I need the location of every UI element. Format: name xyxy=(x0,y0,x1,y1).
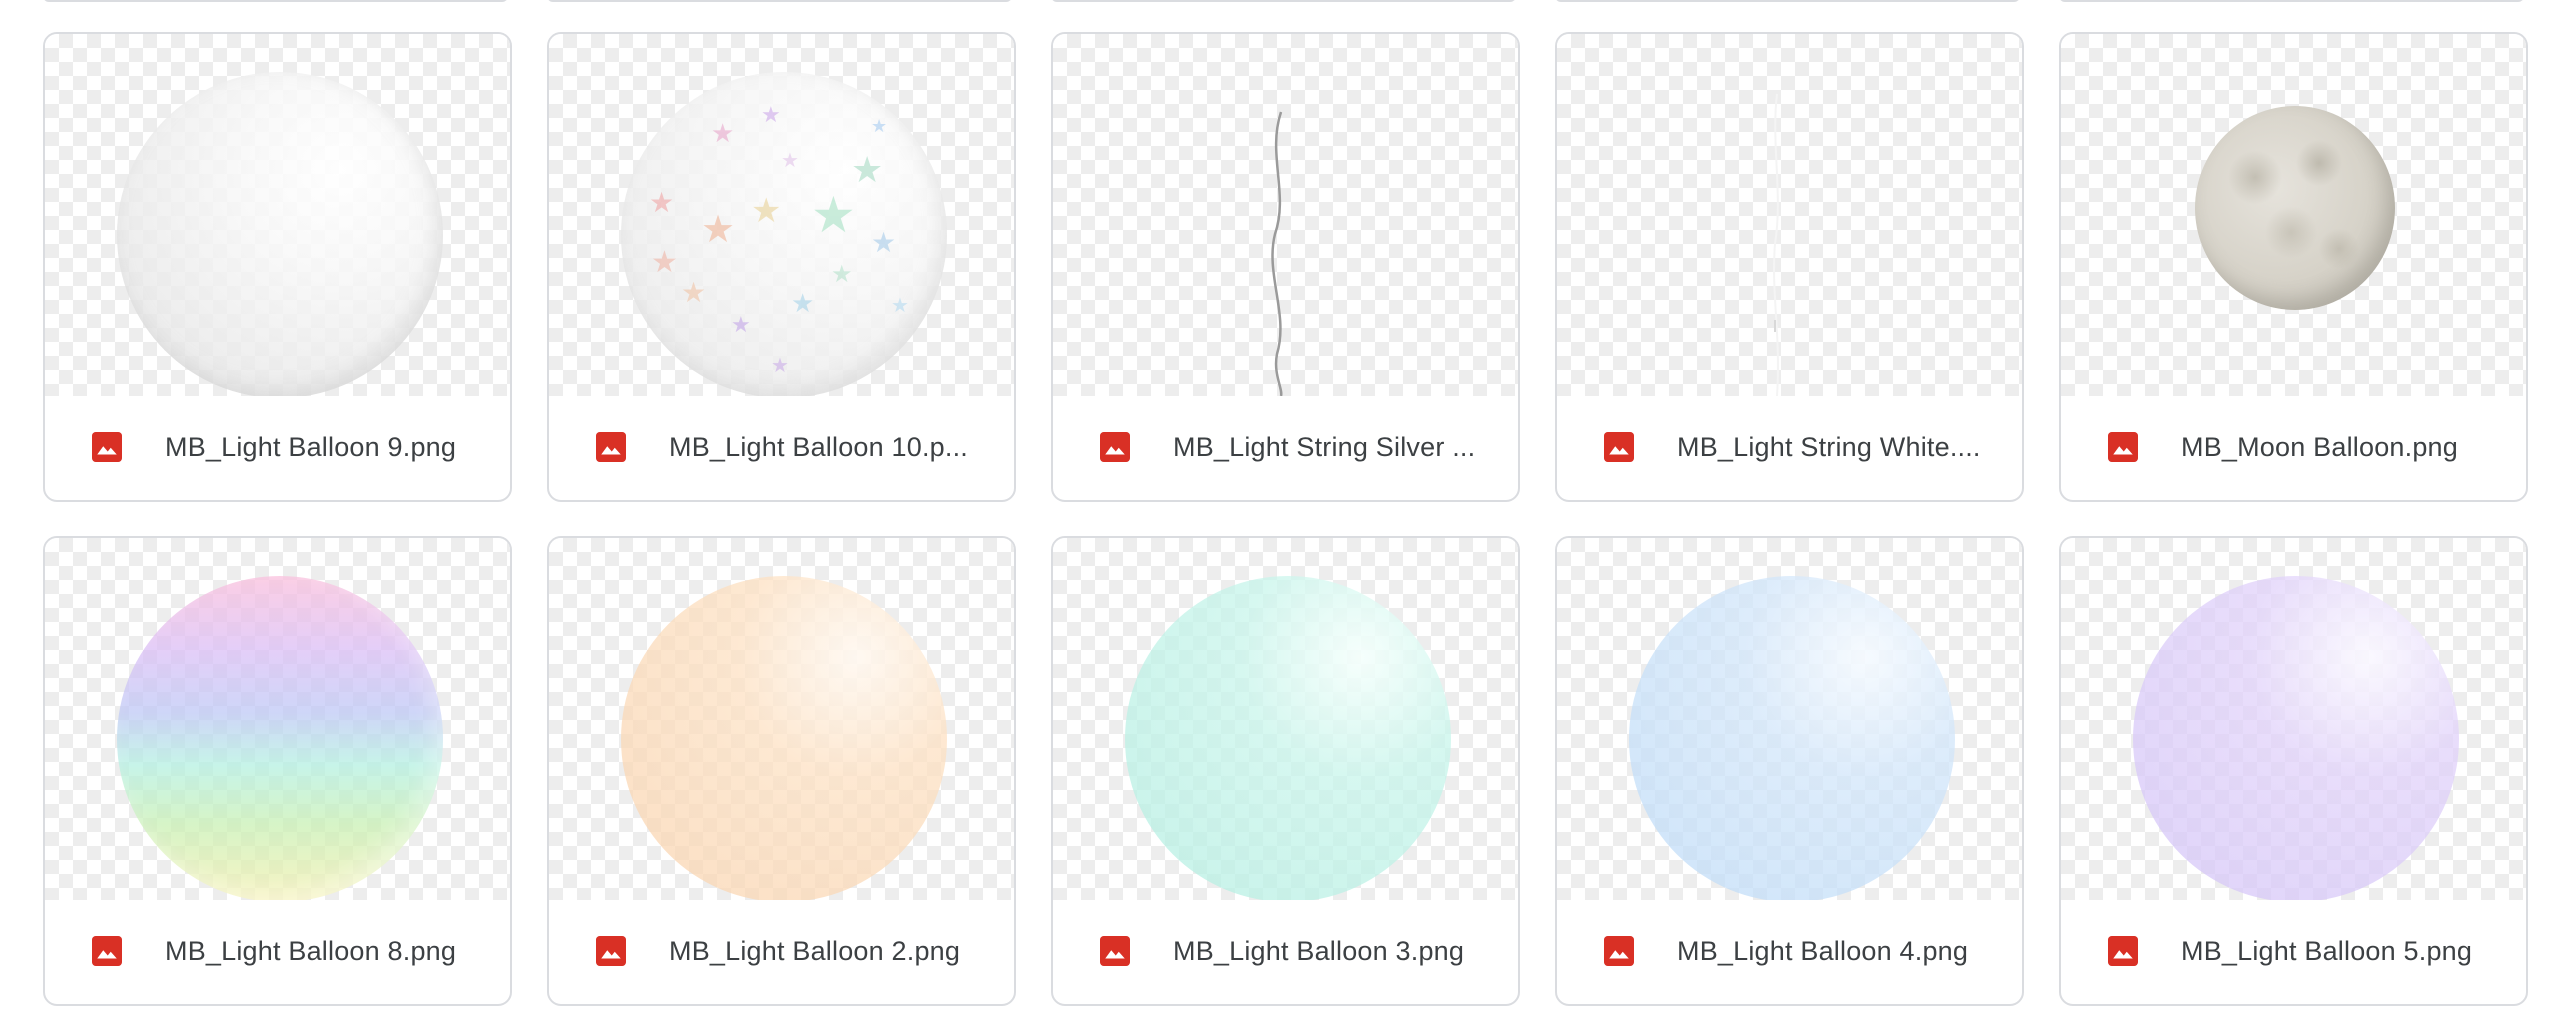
image-file-icon xyxy=(596,432,626,462)
file-thumbnail xyxy=(1557,538,2022,900)
file-card[interactable]: MB_Light Balloon 8.png xyxy=(43,536,512,1006)
file-card[interactable]: MB_Light String Silver ... xyxy=(1051,32,1520,502)
file-name: MB_Light Balloon 8.png xyxy=(165,935,457,966)
svg-text:★: ★ xyxy=(851,149,883,190)
file-name: MB_Light String White.... xyxy=(1677,431,1981,462)
file-card[interactable]: MB_Light Balloon 4.png xyxy=(1555,536,2024,1006)
svg-text:★: ★ xyxy=(871,116,887,136)
file-name: MB_Light Balloon 9.png xyxy=(165,431,457,462)
svg-text:★: ★ xyxy=(711,118,734,148)
svg-text:★: ★ xyxy=(649,187,674,218)
image-file-icon xyxy=(92,432,122,462)
moon-balloon-image xyxy=(2195,106,2395,310)
svg-text:★: ★ xyxy=(791,288,814,318)
file-footer: MB_Light Balloon 9.png xyxy=(45,394,510,500)
svg-text:★: ★ xyxy=(891,295,909,317)
svg-text:★: ★ xyxy=(651,246,678,279)
file-thumbnail xyxy=(2061,34,2526,396)
image-file-icon xyxy=(2108,432,2138,462)
file-name: MB_Light Balloon 5.png xyxy=(2181,935,2473,966)
card-edge-above xyxy=(1555,0,2020,2)
file-footer: MB_Light String White.... xyxy=(1557,394,2022,500)
svg-text:★: ★ xyxy=(781,150,799,172)
file-thumbnail xyxy=(549,538,1014,900)
rainbow-balloon-image xyxy=(117,576,443,900)
white-balloon-image xyxy=(117,72,443,396)
svg-text:★: ★ xyxy=(751,192,781,230)
file-card[interactable]: MB_Light String White.... xyxy=(1555,32,2024,502)
mint-balloon-image xyxy=(1125,576,1451,900)
file-name: MB_Light Balloon 3.png xyxy=(1173,935,1465,966)
file-footer: MB_Light String Silver ... xyxy=(1053,394,1518,500)
peach-balloon-image xyxy=(621,576,947,900)
image-file-icon xyxy=(92,936,122,966)
file-name: MB_Light Balloon 4.png xyxy=(1677,935,1969,966)
file-thumbnail xyxy=(45,538,510,900)
svg-text:★: ★ xyxy=(761,102,781,127)
file-footer: MB_Light Balloon 2.png xyxy=(549,898,1014,1004)
star-balloon-image: ★ ★ ★ ★ ★ ★ ★ ★ ★ ★ ★ ★ ★ ★ ★ ★ ★ ★ xyxy=(621,72,947,396)
file-footer: MB_Light Balloon 5.png xyxy=(2061,898,2526,1004)
file-footer: MB_Light Balloon 8.png xyxy=(45,898,510,1004)
image-file-icon xyxy=(596,936,626,966)
file-name: MB_Light Balloon 10.p... xyxy=(669,431,968,462)
file-card[interactable]: MB_Moon Balloon.png xyxy=(2059,32,2528,502)
image-file-icon xyxy=(2108,936,2138,966)
star-pattern: ★ ★ ★ ★ ★ ★ ★ ★ ★ ★ ★ ★ ★ ★ ★ ★ ★ ★ xyxy=(649,102,909,377)
file-name: MB_Light Balloon 2.png xyxy=(669,935,961,966)
file-thumbnail xyxy=(1557,34,2022,396)
file-thumbnail xyxy=(1053,34,1518,396)
svg-text:★: ★ xyxy=(701,209,735,251)
blue-balloon-image xyxy=(1629,576,1955,900)
svg-text:★: ★ xyxy=(771,355,789,377)
file-card[interactable]: MB_Light Balloon 9.png xyxy=(43,32,512,502)
image-file-icon xyxy=(1604,936,1634,966)
card-edge-above xyxy=(2059,0,2524,2)
file-name: MB_Light String Silver ... xyxy=(1173,431,1476,462)
card-edge-above xyxy=(547,0,1012,2)
lavender-balloon-image xyxy=(2133,576,2459,900)
white-string-image xyxy=(1773,93,1779,396)
file-thumbnail: ★ ★ ★ ★ ★ ★ ★ ★ ★ ★ ★ ★ ★ ★ ★ ★ ★ ★ xyxy=(549,34,1014,396)
file-card[interactable]: MB_Light Balloon 5.png xyxy=(2059,536,2528,1006)
file-name: MB_Moon Balloon.png xyxy=(2181,431,2458,462)
card-edge-above xyxy=(43,0,508,2)
svg-text:★: ★ xyxy=(871,227,896,258)
image-file-icon xyxy=(1100,432,1130,462)
file-footer: MB_Light Balloon 10.p... xyxy=(549,394,1014,500)
silver-string-image xyxy=(1271,111,1283,396)
svg-text:★: ★ xyxy=(831,261,853,288)
svg-text:★: ★ xyxy=(811,187,856,243)
file-thumbnail xyxy=(45,34,510,396)
file-footer: MB_Moon Balloon.png xyxy=(2061,394,2526,500)
file-thumbnail xyxy=(1053,538,1518,900)
svg-text:★: ★ xyxy=(731,312,751,337)
file-card[interactable]: ★ ★ ★ ★ ★ ★ ★ ★ ★ ★ ★ ★ ★ ★ ★ ★ ★ ★ MB_L… xyxy=(547,32,1016,502)
file-grid: MB_Light Balloon 9.png ★ ★ ★ ★ ★ ★ ★ ★ ★ xyxy=(0,0,2558,1026)
image-file-icon xyxy=(1604,432,1634,462)
file-thumbnail xyxy=(2061,538,2526,900)
file-card[interactable]: MB_Light Balloon 3.png xyxy=(1051,536,1520,1006)
file-footer: MB_Light Balloon 4.png xyxy=(1557,898,2022,1004)
file-card[interactable]: MB_Light Balloon 2.png xyxy=(547,536,1016,1006)
svg-text:★: ★ xyxy=(681,277,706,308)
file-footer: MB_Light Balloon 3.png xyxy=(1053,898,1518,1004)
image-file-icon xyxy=(1100,936,1130,966)
card-edge-above xyxy=(1051,0,1516,2)
